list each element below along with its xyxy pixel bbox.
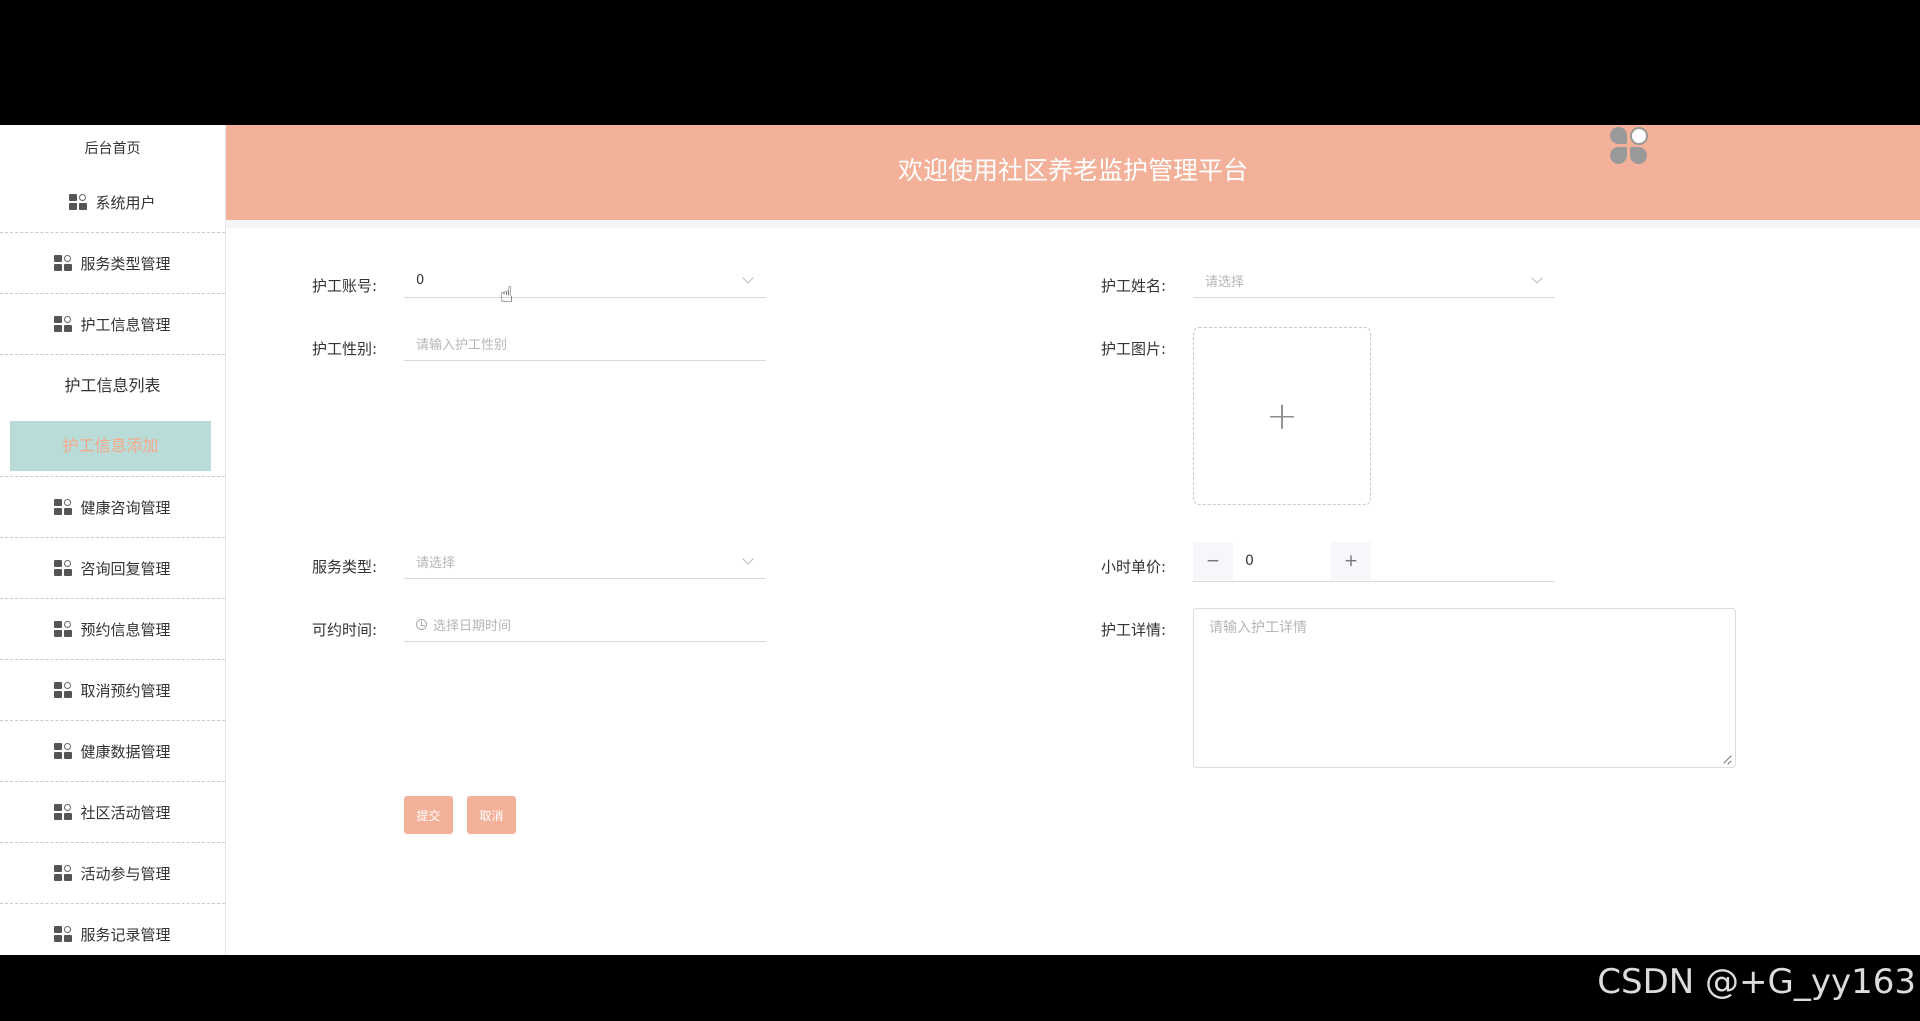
gender-label: 护工性别:	[312, 340, 378, 358]
sidebar-item-service-types[interactable]: 服务类型管理	[0, 233, 225, 294]
detail-placeholder: 请输入护工详情	[1209, 620, 1307, 636]
sidebar-item-label: 服务类型管理	[80, 254, 171, 273]
menu-grid-icon	[54, 742, 74, 760]
sidebar-item-label: 健康数据管理	[80, 742, 171, 761]
sidebar-home-link[interactable]: 后台首页	[0, 125, 225, 172]
chevron-down-icon	[1531, 272, 1543, 284]
account-label: 护工账号:	[312, 277, 378, 295]
cancel-button[interactable]: 取消	[467, 796, 516, 834]
plus-icon: +	[1266, 394, 1298, 438]
header-divider	[226, 220, 1920, 228]
datetime-picker[interactable]: 选择日期时间	[404, 608, 766, 642]
sidebar-item-label: 活动参与管理	[80, 864, 171, 883]
price-stepper[interactable]: − 0 +	[1193, 542, 1555, 582]
name-placeholder: 请选择	[1205, 275, 1245, 290]
photo-upload[interactable]: +	[1193, 327, 1371, 505]
menu-grid-icon	[54, 498, 74, 516]
submenu-caregiver-list[interactable]: 护工信息列表	[0, 355, 225, 416]
price-label: 小时单价:	[1101, 558, 1167, 576]
sidebar-item-consult-reply[interactable]: 咨询回复管理	[0, 538, 225, 599]
sidebar-item-health-data[interactable]: 健康数据管理	[0, 721, 225, 782]
sidebar-item-activity-participation[interactable]: 活动参与管理	[0, 843, 225, 904]
account-select[interactable]: 0	[404, 264, 766, 298]
sidebar-item-system-users[interactable]: 系统用户	[0, 172, 225, 233]
detail-label: 护工详情:	[1101, 621, 1167, 639]
sidebar-item-caregiver-info[interactable]: 护工信息管理	[0, 294, 225, 355]
increment-button[interactable]: +	[1331, 542, 1371, 580]
sidebar-item-label: 社区活动管理	[80, 803, 171, 822]
menu-grid-icon	[54, 925, 74, 943]
price-value[interactable]: 0	[1245, 542, 1254, 580]
menu-grid-icon	[54, 254, 74, 272]
menu-grid-icon	[54, 681, 74, 699]
sidebar-item-cancel-appointments[interactable]: 取消预约管理	[0, 660, 225, 721]
decrement-button[interactable]: −	[1193, 542, 1233, 580]
sidebar-item-label: 护工信息管理	[80, 315, 171, 334]
sidebar-item-label: 健康咨询管理	[80, 498, 171, 517]
name-select[interactable]: 请选择	[1193, 264, 1555, 298]
sidebar-item-appointments[interactable]: 预约信息管理	[0, 599, 225, 660]
app-screen: 后台首页 系统用户 服务类型管理 护工信息管理 护工信息列表 护工信息添加 健康…	[0, 125, 1920, 955]
sidebar-item-label: 预约信息管理	[80, 620, 171, 639]
page-title: 欢迎使用社区养老监护管理平台	[897, 156, 1248, 185]
menu-grid-icon	[54, 620, 74, 638]
service-type-placeholder: 请选择	[416, 556, 456, 571]
available-time-label: 可约时间:	[312, 621, 378, 639]
menu-grid-icon	[69, 193, 89, 211]
avatar[interactable]	[1610, 127, 1648, 165]
datetime-placeholder: 选择日期时间	[433, 619, 512, 634]
service-type-label: 服务类型:	[312, 558, 378, 576]
sidebar-item-service-records[interactable]: 服务记录管理	[0, 904, 225, 955]
caregiver-form: 护工账号: 0 ☝ 护工姓名: 请选择 护工性别: 请输入护工性别 护工图片: …	[232, 228, 1920, 955]
menu-grid-icon	[54, 315, 74, 333]
account-value: 0	[416, 273, 425, 288]
chevron-down-icon	[742, 553, 754, 565]
sidebar-item-label: 咨询回复管理	[80, 559, 171, 578]
name-label: 护工姓名:	[1101, 277, 1167, 295]
header: 欢迎使用社区养老监护管理平台	[226, 125, 1920, 220]
submenu-caregiver-add[interactable]: 护工信息添加	[10, 421, 211, 471]
clock-icon	[416, 619, 427, 630]
menu-grid-icon	[54, 803, 74, 821]
sidebar-item-community-activities[interactable]: 社区活动管理	[0, 782, 225, 843]
sidebar-item-health-consult[interactable]: 健康咨询管理	[0, 476, 225, 538]
resize-handle-icon[interactable]	[1724, 756, 1732, 764]
hand-cursor-icon: ☝	[500, 283, 514, 308]
submit-button[interactable]: 提交	[404, 796, 453, 834]
service-type-select[interactable]: 请选择	[404, 545, 766, 579]
menu-grid-icon	[54, 559, 74, 577]
gender-input[interactable]: 请输入护工性别	[404, 327, 766, 361]
menu-grid-icon	[54, 864, 74, 882]
sidebar-item-label: 取消预约管理	[80, 681, 171, 700]
gender-placeholder: 请输入护工性别	[416, 338, 508, 353]
detail-textarea[interactable]: 请输入护工详情	[1193, 608, 1736, 768]
chevron-down-icon	[742, 272, 754, 284]
sidebar-item-label: 系统用户	[95, 193, 156, 212]
sidebar-item-label: 服务记录管理	[80, 925, 171, 944]
sidebar: 后台首页 系统用户 服务类型管理 护工信息管理 护工信息列表 护工信息添加 健康…	[0, 125, 226, 955]
watermark: CSDN @+G_yy163	[1597, 962, 1916, 1002]
photo-label: 护工图片:	[1101, 340, 1167, 358]
